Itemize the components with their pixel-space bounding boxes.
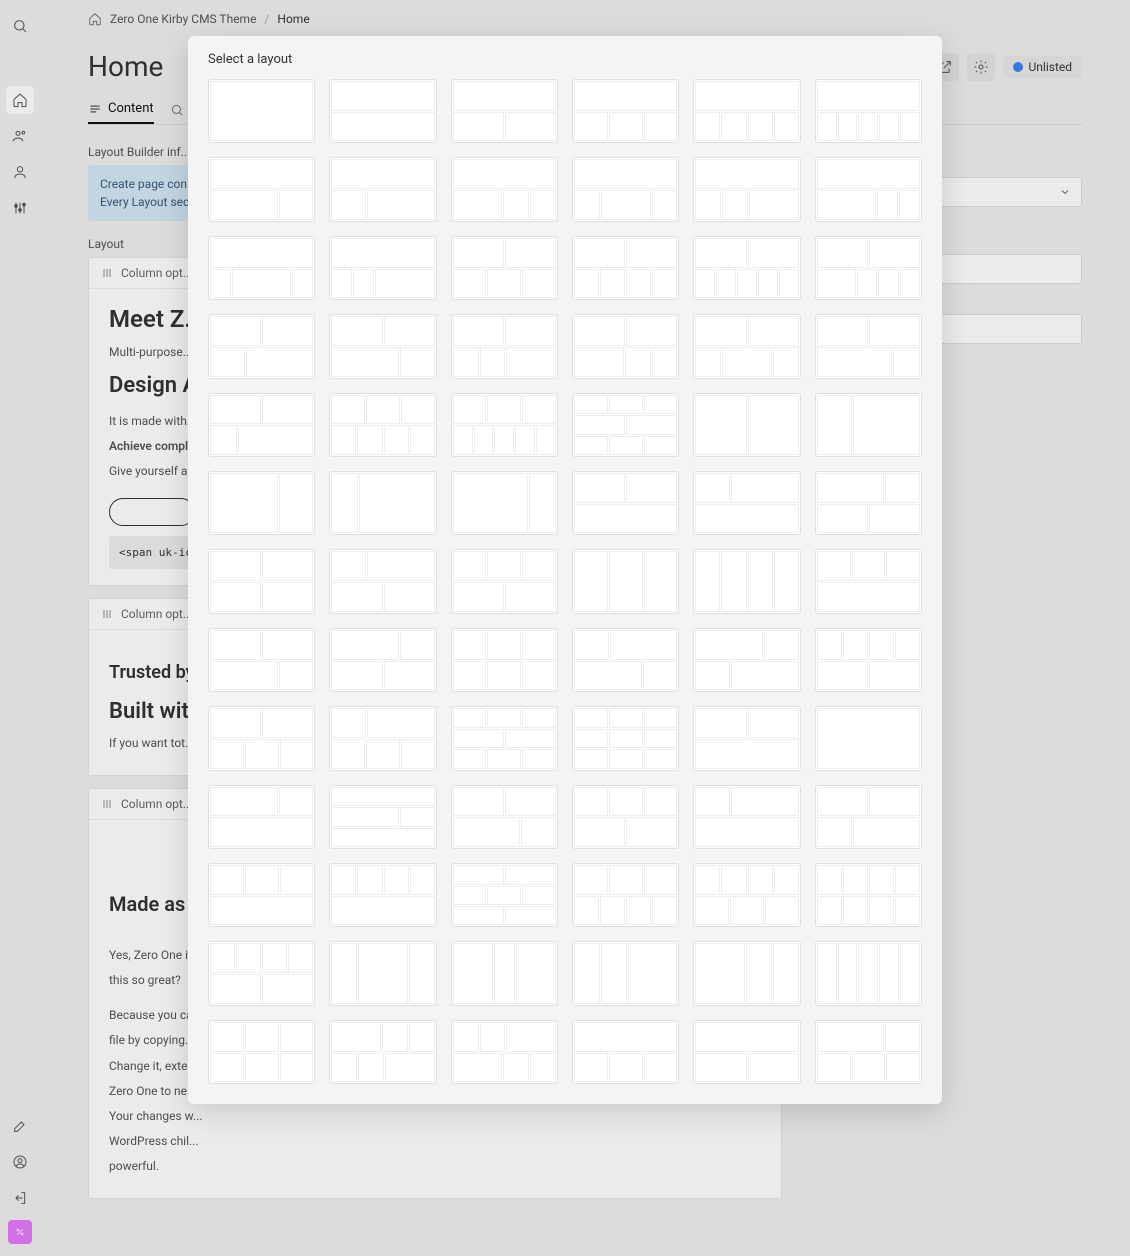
layout-option[interactable] <box>572 314 679 378</box>
layout-option[interactable] <box>329 471 436 535</box>
layout-option[interactable] <box>693 314 800 378</box>
layout-option[interactable] <box>329 706 436 770</box>
layout-option[interactable] <box>208 1020 315 1084</box>
layout-option[interactable] <box>693 549 800 613</box>
layout-option[interactable] <box>693 393 800 457</box>
layout-option[interactable] <box>208 157 315 221</box>
layout-option[interactable] <box>208 79 315 143</box>
layout-option[interactable] <box>451 785 558 849</box>
layout-option[interactable] <box>329 79 436 143</box>
layout-option[interactable] <box>693 1020 800 1084</box>
layout-option[interactable] <box>693 785 800 849</box>
layout-option[interactable] <box>208 471 315 535</box>
layout-option[interactable] <box>693 941 800 1005</box>
layout-option[interactable] <box>451 236 558 300</box>
modal-title: Select a layout <box>208 52 922 67</box>
layout-option[interactable] <box>815 785 922 849</box>
layout-option[interactable] <box>451 941 558 1005</box>
layout-option[interactable] <box>572 393 679 457</box>
layout-option[interactable] <box>572 1020 679 1084</box>
layout-option[interactable] <box>451 393 558 457</box>
layout-option[interactable] <box>815 549 922 613</box>
layout-option[interactable] <box>451 628 558 692</box>
layout-option[interactable] <box>451 79 558 143</box>
layout-option[interactable] <box>208 236 315 300</box>
layout-option[interactable] <box>208 393 315 457</box>
layout-option[interactable] <box>329 236 436 300</box>
layout-option[interactable] <box>451 863 558 927</box>
layout-option[interactable] <box>329 157 436 221</box>
layout-option[interactable] <box>208 706 315 770</box>
layout-option[interactable] <box>572 785 679 849</box>
layout-option[interactable] <box>815 157 922 221</box>
layout-grid <box>208 79 922 1084</box>
layout-option[interactable] <box>572 236 679 300</box>
layout-modal: Select a layout <box>188 36 942 1104</box>
layout-option[interactable] <box>815 863 922 927</box>
layout-option[interactable] <box>572 79 679 143</box>
layout-option[interactable] <box>451 157 558 221</box>
layout-option[interactable] <box>815 471 922 535</box>
layout-option[interactable] <box>329 314 436 378</box>
layout-option[interactable] <box>572 863 679 927</box>
layout-option[interactable] <box>329 863 436 927</box>
layout-option[interactable] <box>208 863 315 927</box>
layout-option[interactable] <box>451 314 558 378</box>
layout-option[interactable] <box>208 785 315 849</box>
layout-option[interactable] <box>329 549 436 613</box>
layout-option[interactable] <box>329 1020 436 1084</box>
layout-option[interactable] <box>693 706 800 770</box>
layout-option[interactable] <box>815 628 922 692</box>
layout-option[interactable] <box>572 706 679 770</box>
layout-option[interactable] <box>815 706 922 770</box>
layout-option[interactable] <box>815 79 922 143</box>
layout-option[interactable] <box>815 236 922 300</box>
layout-option[interactable] <box>329 785 436 849</box>
layout-option[interactable] <box>815 1020 922 1084</box>
layout-option[interactable] <box>815 393 922 457</box>
layout-option[interactable] <box>693 628 800 692</box>
layout-option[interactable] <box>693 471 800 535</box>
layout-option[interactable] <box>208 941 315 1005</box>
layout-option[interactable] <box>815 314 922 378</box>
layout-option[interactable] <box>572 941 679 1005</box>
layout-option[interactable] <box>451 471 558 535</box>
layout-option[interactable] <box>329 941 436 1005</box>
layout-option[interactable] <box>572 549 679 613</box>
layout-option[interactable] <box>572 628 679 692</box>
layout-option[interactable] <box>451 706 558 770</box>
layout-option[interactable] <box>815 941 922 1005</box>
layout-option[interactable] <box>572 471 679 535</box>
layout-option[interactable] <box>329 393 436 457</box>
layout-option[interactable] <box>451 549 558 613</box>
layout-option[interactable] <box>208 314 315 378</box>
layout-option[interactable] <box>208 549 315 613</box>
layout-option[interactable] <box>693 79 800 143</box>
layout-option[interactable] <box>693 236 800 300</box>
layout-option[interactable] <box>329 628 436 692</box>
layout-option[interactable] <box>693 863 800 927</box>
layout-option[interactable] <box>208 628 315 692</box>
layout-option[interactable] <box>572 157 679 221</box>
layout-option[interactable] <box>451 1020 558 1084</box>
layout-option[interactable] <box>693 157 800 221</box>
